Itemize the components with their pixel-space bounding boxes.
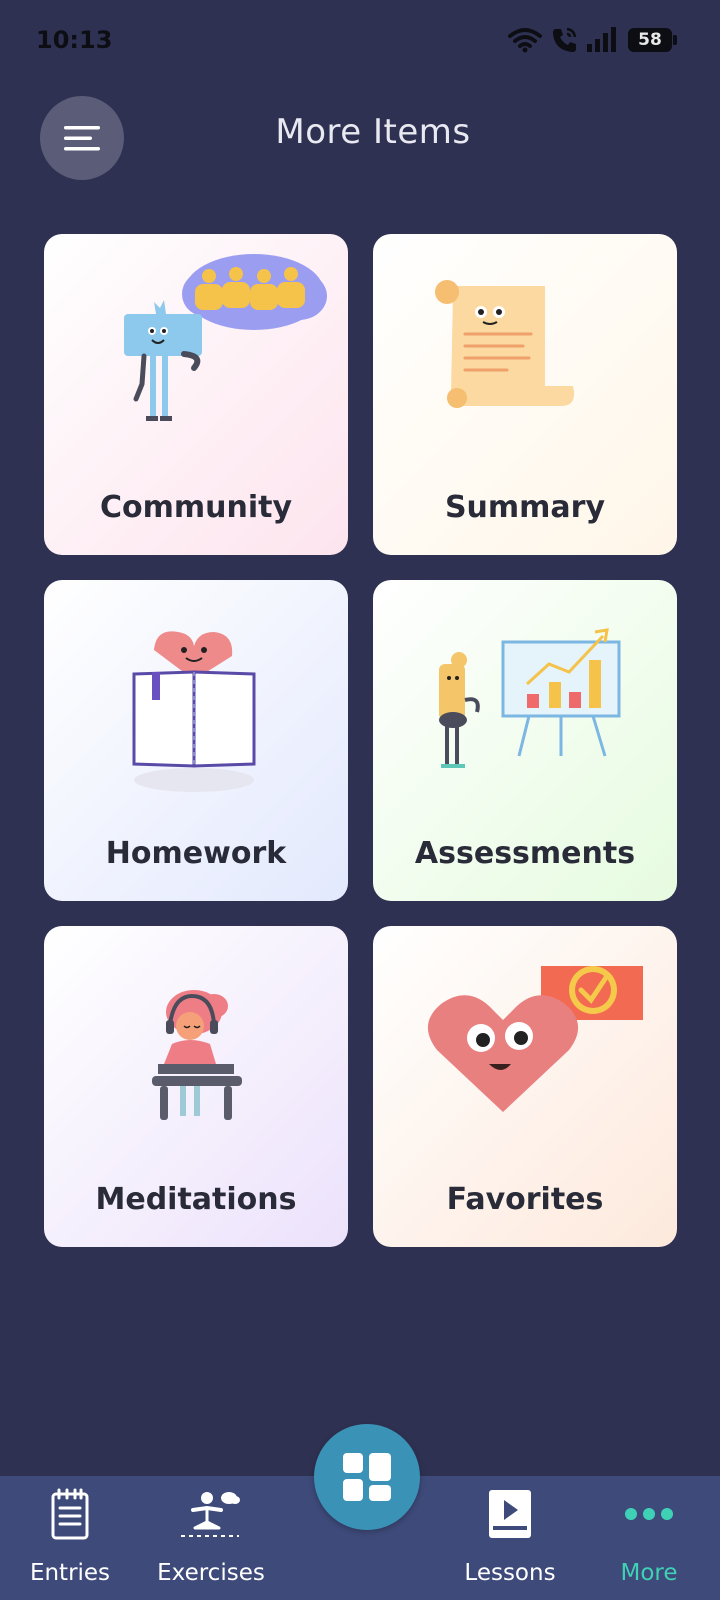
card-label: Homework (105, 836, 287, 871)
nav-label: Lessons (464, 1560, 556, 1586)
card-label: Favorites (446, 1182, 604, 1217)
card-label: Community (99, 490, 293, 525)
homework-card[interactable]: Homework (44, 580, 348, 901)
community-illustration (124, 254, 327, 421)
video-lesson-icon (489, 1490, 531, 1538)
center-grid-button[interactable] (314, 1424, 420, 1530)
favorites-card[interactable]: Favorites (373, 926, 677, 1247)
nav-label: More (620, 1560, 678, 1586)
summary-scroll-illustration (435, 280, 575, 408)
more-dots-icon (625, 1508, 673, 1520)
nav-item-exercises[interactable]: Exercises (150, 1476, 272, 1600)
nav-item-entries[interactable]: Entries (20, 1476, 120, 1600)
card-label: Assessments (414, 836, 636, 871)
nav-item-more[interactable]: More (596, 1476, 702, 1600)
meditations-card[interactable]: Meditations (44, 926, 348, 1247)
grid-icon (343, 1453, 391, 1501)
nav-item-lessons[interactable]: Lessons (455, 1476, 565, 1600)
battery-icon: 58 (628, 28, 677, 52)
card-label: Summary (444, 490, 606, 525)
nav-label: Exercises (157, 1560, 265, 1586)
community-card[interactable]: Community (44, 234, 348, 555)
meditations-person-illustration (152, 990, 242, 1120)
nav-label: Entries (29, 1560, 111, 1586)
status-icons: 58 (508, 24, 677, 56)
call-icon (553, 27, 577, 52)
favorites-heart-illustration (427, 966, 643, 1112)
card-label: Meditations (95, 1182, 297, 1217)
items-grid: Community Summary Homework Assessments M… (44, 234, 677, 1247)
assessments-card[interactable]: Assessments (373, 580, 677, 901)
status-time: 10:13 (36, 26, 113, 54)
summary-card[interactable]: Summary (373, 234, 677, 555)
wifi-icon (508, 28, 542, 53)
status-bar: 10:13 58 (0, 0, 720, 84)
page-title: More Items (275, 112, 471, 152)
notepad-icon (51, 1488, 89, 1540)
signal-icon (587, 27, 616, 52)
homework-book-illustration (132, 631, 256, 792)
assessments-chart-illustration (439, 628, 621, 768)
exercise-person-icon (181, 1492, 240, 1537)
